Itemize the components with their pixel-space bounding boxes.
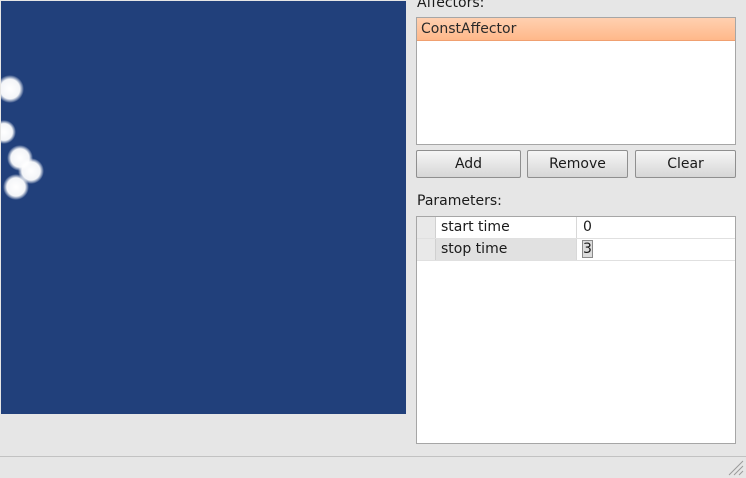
- param-value-editor[interactable]: 3: [582, 240, 593, 258]
- add-button[interactable]: Add: [416, 150, 521, 178]
- list-item-const-affector[interactable]: ConstAffector: [417, 18, 735, 41]
- particle: [3, 174, 29, 200]
- particle: [1, 120, 16, 144]
- parameters-table[interactable]: start time 0 stop time 3: [416, 216, 736, 444]
- param-value-start-time[interactable]: 0: [578, 217, 735, 238]
- status-bar: [0, 456, 746, 478]
- clear-button[interactable]: Clear: [635, 150, 736, 178]
- particle: [1, 75, 24, 103]
- affectors-label: Affectors:: [417, 0, 485, 11]
- resize-grip-icon[interactable]: [726, 458, 744, 476]
- table-row: stop time 3: [417, 239, 735, 261]
- param-name-stop-time: stop time: [436, 239, 577, 260]
- row-header[interactable]: [417, 239, 436, 260]
- param-value-stop-time[interactable]: 3: [578, 239, 735, 260]
- parameters-label: Parameters:: [417, 193, 502, 209]
- particle-preview-viewport[interactable]: [1, 1, 406, 414]
- row-header[interactable]: [417, 217, 436, 238]
- particle-layer: [1, 75, 44, 200]
- param-name-start-time: start time: [436, 217, 577, 238]
- remove-button[interactable]: Remove: [527, 150, 628, 178]
- affectors-list[interactable]: ConstAffector: [416, 17, 736, 145]
- table-row: start time 0: [417, 217, 735, 239]
- param-value-text: 0: [583, 219, 592, 235]
